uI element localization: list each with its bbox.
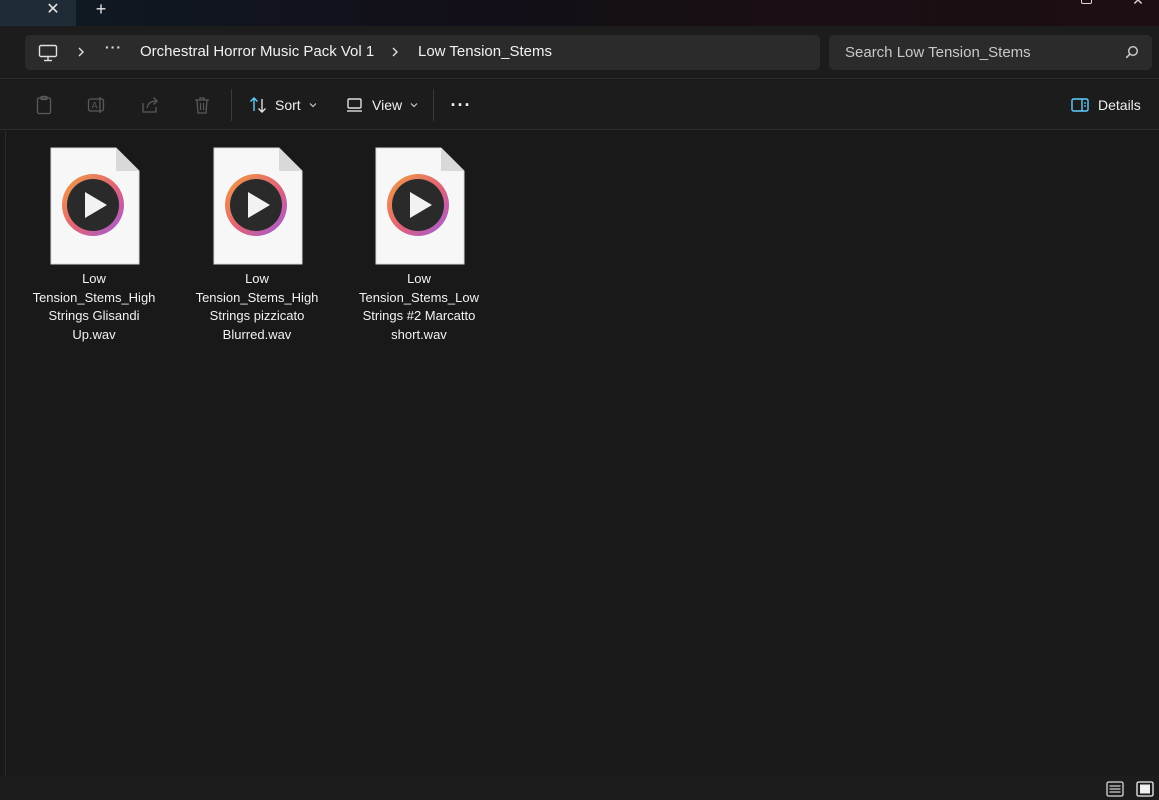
window-close-icon[interactable]: ✕ <box>1130 0 1146 7</box>
audio-file-icon <box>375 147 465 265</box>
details-view-icon[interactable] <box>1106 781 1124 797</box>
status-bar <box>0 776 1159 800</box>
chevron-right-icon[interactable] <box>76 44 86 60</box>
chevron-down-icon <box>410 103 418 108</box>
search-input[interactable]: Search Low Tension_Stems <box>829 35 1152 70</box>
details-label: Details <box>1098 97 1141 113</box>
view-label: View <box>372 97 403 113</box>
file-name: Low Tension_Stems_High Strings pizzicato… <box>195 271 319 342</box>
file-name: Low Tension_Stems_High Strings Glisandi … <box>32 271 156 342</box>
breadcrumb-parent[interactable]: Orchestral Horror Music Pack Vol 1 <box>140 43 374 60</box>
rename-icon[interactable]: A <box>87 95 107 115</box>
details-pane-icon <box>1071 98 1089 112</box>
share-icon[interactable] <box>140 95 160 115</box>
title-bar: ✕ + ✕ <box>0 0 1159 26</box>
navigation-row: ··· Orchestral Horror Music Pack Vol 1 L… <box>0 26 1159 79</box>
new-tab-icon[interactable]: + <box>90 0 112 19</box>
file-item[interactable]: Low Tension_Stems_Low Strings #2 Marcatt… <box>349 145 489 345</box>
sort-label: Sort <box>275 97 301 113</box>
details-pane-button[interactable]: Details <box>1070 88 1141 122</box>
toolbar-separator <box>231 89 232 121</box>
tab-close-icon[interactable]: ✕ <box>43 0 63 18</box>
delete-icon[interactable] <box>192 95 212 115</box>
search-icon[interactable] <box>1125 45 1139 59</box>
svg-text:A: A <box>92 102 99 112</box>
tab-current[interactable]: ✕ <box>0 0 76 26</box>
view-icon <box>347 98 362 112</box>
command-bar: A Sort View ··· Details <box>0 80 1159 130</box>
paste-icon[interactable] <box>34 95 54 115</box>
tiles-view-icon[interactable] <box>1136 781 1154 797</box>
sort-icon <box>250 97 266 113</box>
more-options-icon[interactable]: ··· <box>448 88 474 122</box>
computer-icon[interactable] <box>38 44 58 62</box>
file-name: Low Tension_Stems_Low Strings #2 Marcatt… <box>359 271 479 342</box>
file-item[interactable]: Low Tension_Stems_High Strings Glisandi … <box>24 145 164 345</box>
sort-button[interactable]: Sort <box>249 88 317 122</box>
audio-file-icon <box>213 147 303 265</box>
file-list[interactable]: Low Tension_Stems_High Strings Glisandi … <box>0 131 1159 776</box>
toolbar-separator <box>433 89 434 121</box>
search-placeholder: Search Low Tension_Stems <box>845 44 1031 61</box>
view-button[interactable]: View <box>346 88 418 122</box>
chevron-down-icon <box>309 103 317 108</box>
pane-divider <box>5 131 6 776</box>
breadcrumb-overflow-icon[interactable]: ··· <box>105 40 125 60</box>
chevron-right-icon[interactable] <box>390 44 400 60</box>
audio-file-icon <box>50 147 140 265</box>
breadcrumb-current[interactable]: Low Tension_Stems <box>418 43 552 60</box>
file-item[interactable]: Low Tension_Stems_High Strings pizzicato… <box>187 145 327 345</box>
address-bar[interactable]: ··· Orchestral Horror Music Pack Vol 1 L… <box>25 35 820 70</box>
maximize-icon[interactable] <box>1081 0 1092 4</box>
